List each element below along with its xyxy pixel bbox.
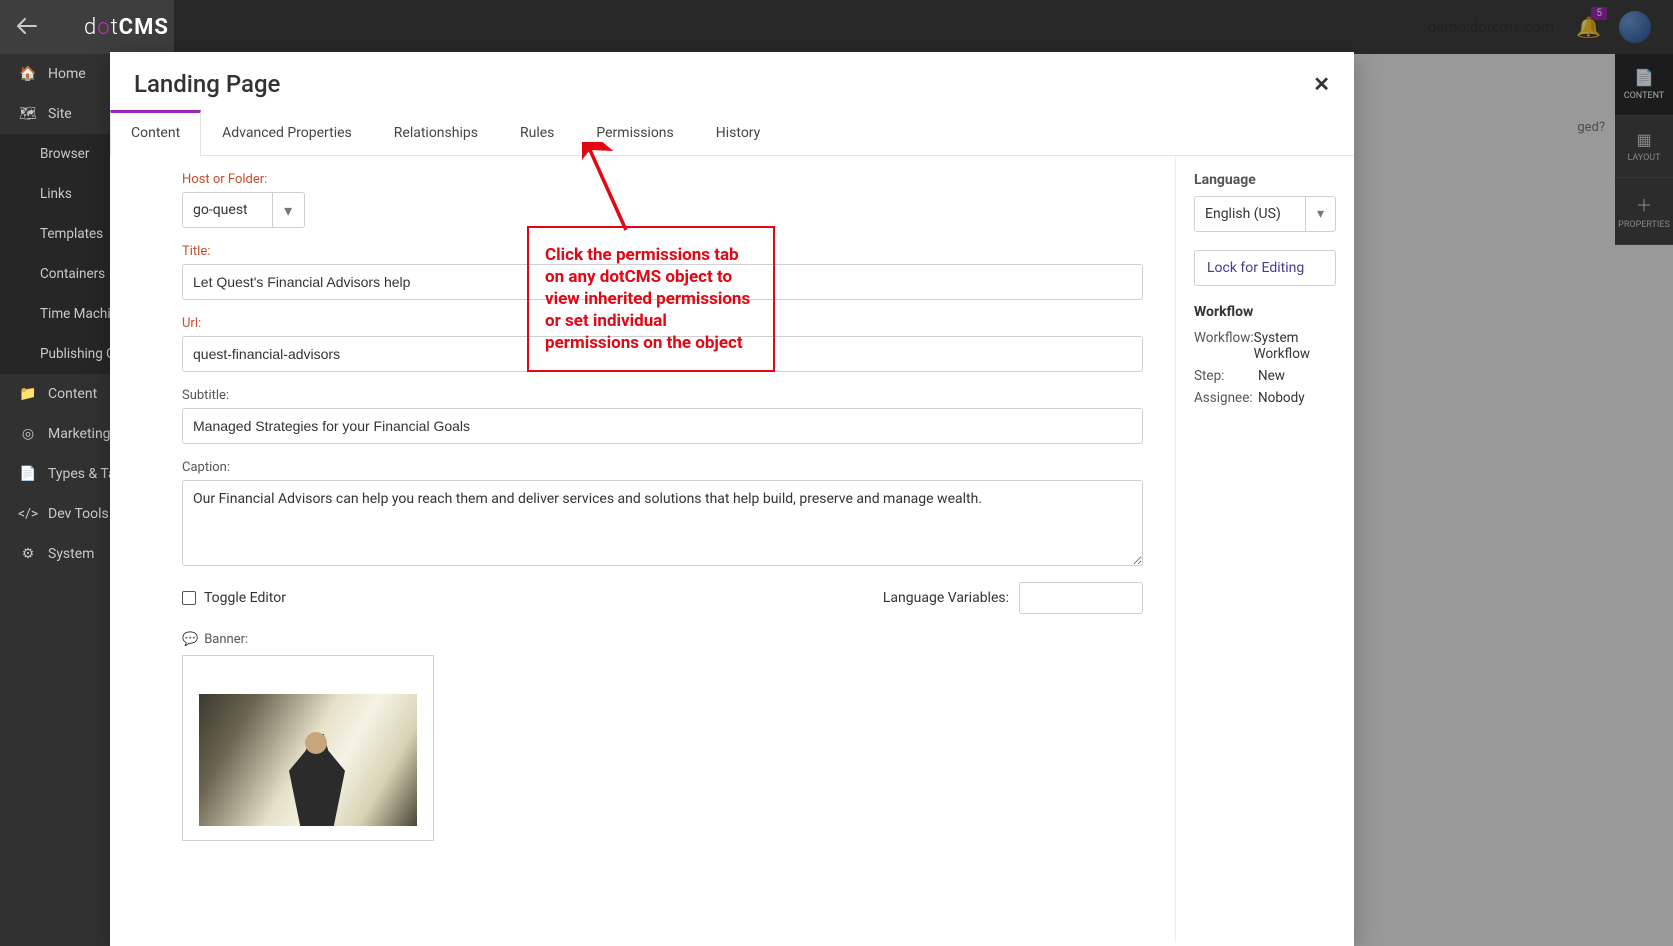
sidebar-item-label: Dev Tools: [48, 506, 109, 522]
chevron-down-icon: ▾: [272, 193, 304, 227]
host-select[interactable]: go-quest ▾: [182, 192, 305, 228]
workflow-row: Workflow: System Workflow: [1194, 330, 1336, 362]
comment-icon: 💬: [182, 632, 198, 647]
tab-advanced-properties[interactable]: Advanced Properties: [201, 110, 373, 155]
language-select[interactable]: English (US) ▾: [1194, 196, 1336, 232]
language-label: Language: [1194, 172, 1336, 188]
tab-content[interactable]: Content: [110, 110, 201, 156]
host-value: go-quest: [183, 202, 272, 218]
subtitle-input[interactable]: [182, 408, 1143, 444]
back-button[interactable]: [0, 15, 54, 39]
workflow-row: Assignee: Nobody: [1194, 390, 1336, 406]
modal-header: Landing Page ✕: [110, 52, 1354, 110]
caption-textarea[interactable]: [182, 480, 1143, 566]
language-value: English (US): [1205, 206, 1281, 222]
banner-label: Banner:: [204, 632, 248, 647]
sidebar-item-label: Home: [48, 66, 86, 82]
toggle-editor-label: Toggle Editor: [204, 590, 286, 606]
banner-image-thumbnail: [199, 694, 417, 826]
workflow-heading: Workflow: [1194, 304, 1336, 320]
sidebar-item-label: Site: [48, 106, 72, 122]
home-icon: 🏠: [18, 66, 38, 82]
modal-close-button[interactable]: ✕: [1313, 72, 1330, 96]
modal-side-panel: Language English (US) ▾ Lock for Editing…: [1176, 156, 1354, 942]
sidebar-item-label: Marketing: [48, 426, 111, 442]
logo: dotCMS: [84, 15, 169, 40]
code-icon: </>: [18, 506, 38, 522]
caption-label: Caption:: [182, 460, 1143, 475]
lock-for-editing-button[interactable]: Lock for Editing: [1194, 250, 1336, 286]
toggle-editor-checkbox[interactable]: [182, 591, 196, 605]
back-arrow-icon: [17, 18, 37, 34]
chevron-down-icon: ▾: [1305, 197, 1335, 231]
language-variables-label: Language Variables:: [883, 590, 1009, 606]
tab-history[interactable]: History: [695, 110, 782, 155]
annotation-callout: Click the permissions tab on any dotCMS …: [527, 226, 775, 372]
sidebar-item-label: Content: [48, 386, 97, 402]
file-icon: 📄: [18, 466, 38, 482]
close-icon: ✕: [1313, 72, 1330, 96]
sitemap-icon: 🗺: [18, 106, 38, 122]
gear-icon: ⚙: [18, 546, 38, 562]
host-label: Host or Folder:: [182, 172, 1143, 187]
tab-rules[interactable]: Rules: [499, 110, 575, 155]
sidebar-item-label: System: [48, 546, 94, 562]
target-icon: ◎: [18, 426, 38, 442]
language-variables-input[interactable]: [1019, 582, 1143, 614]
banner-dropzone[interactable]: [182, 655, 434, 841]
folder-icon: 📁: [18, 386, 38, 402]
workflow-row: Step: New: [1194, 368, 1336, 384]
edit-modal: Landing Page ✕ Content Advanced Properti…: [110, 52, 1354, 946]
tab-relationships[interactable]: Relationships: [373, 110, 499, 155]
modal-title: Landing Page: [134, 70, 280, 98]
annotation-arrow: [582, 142, 642, 238]
subtitle-label: Subtitle:: [182, 388, 1143, 403]
tab-row: Content Advanced Properties Relationship…: [110, 110, 1354, 156]
